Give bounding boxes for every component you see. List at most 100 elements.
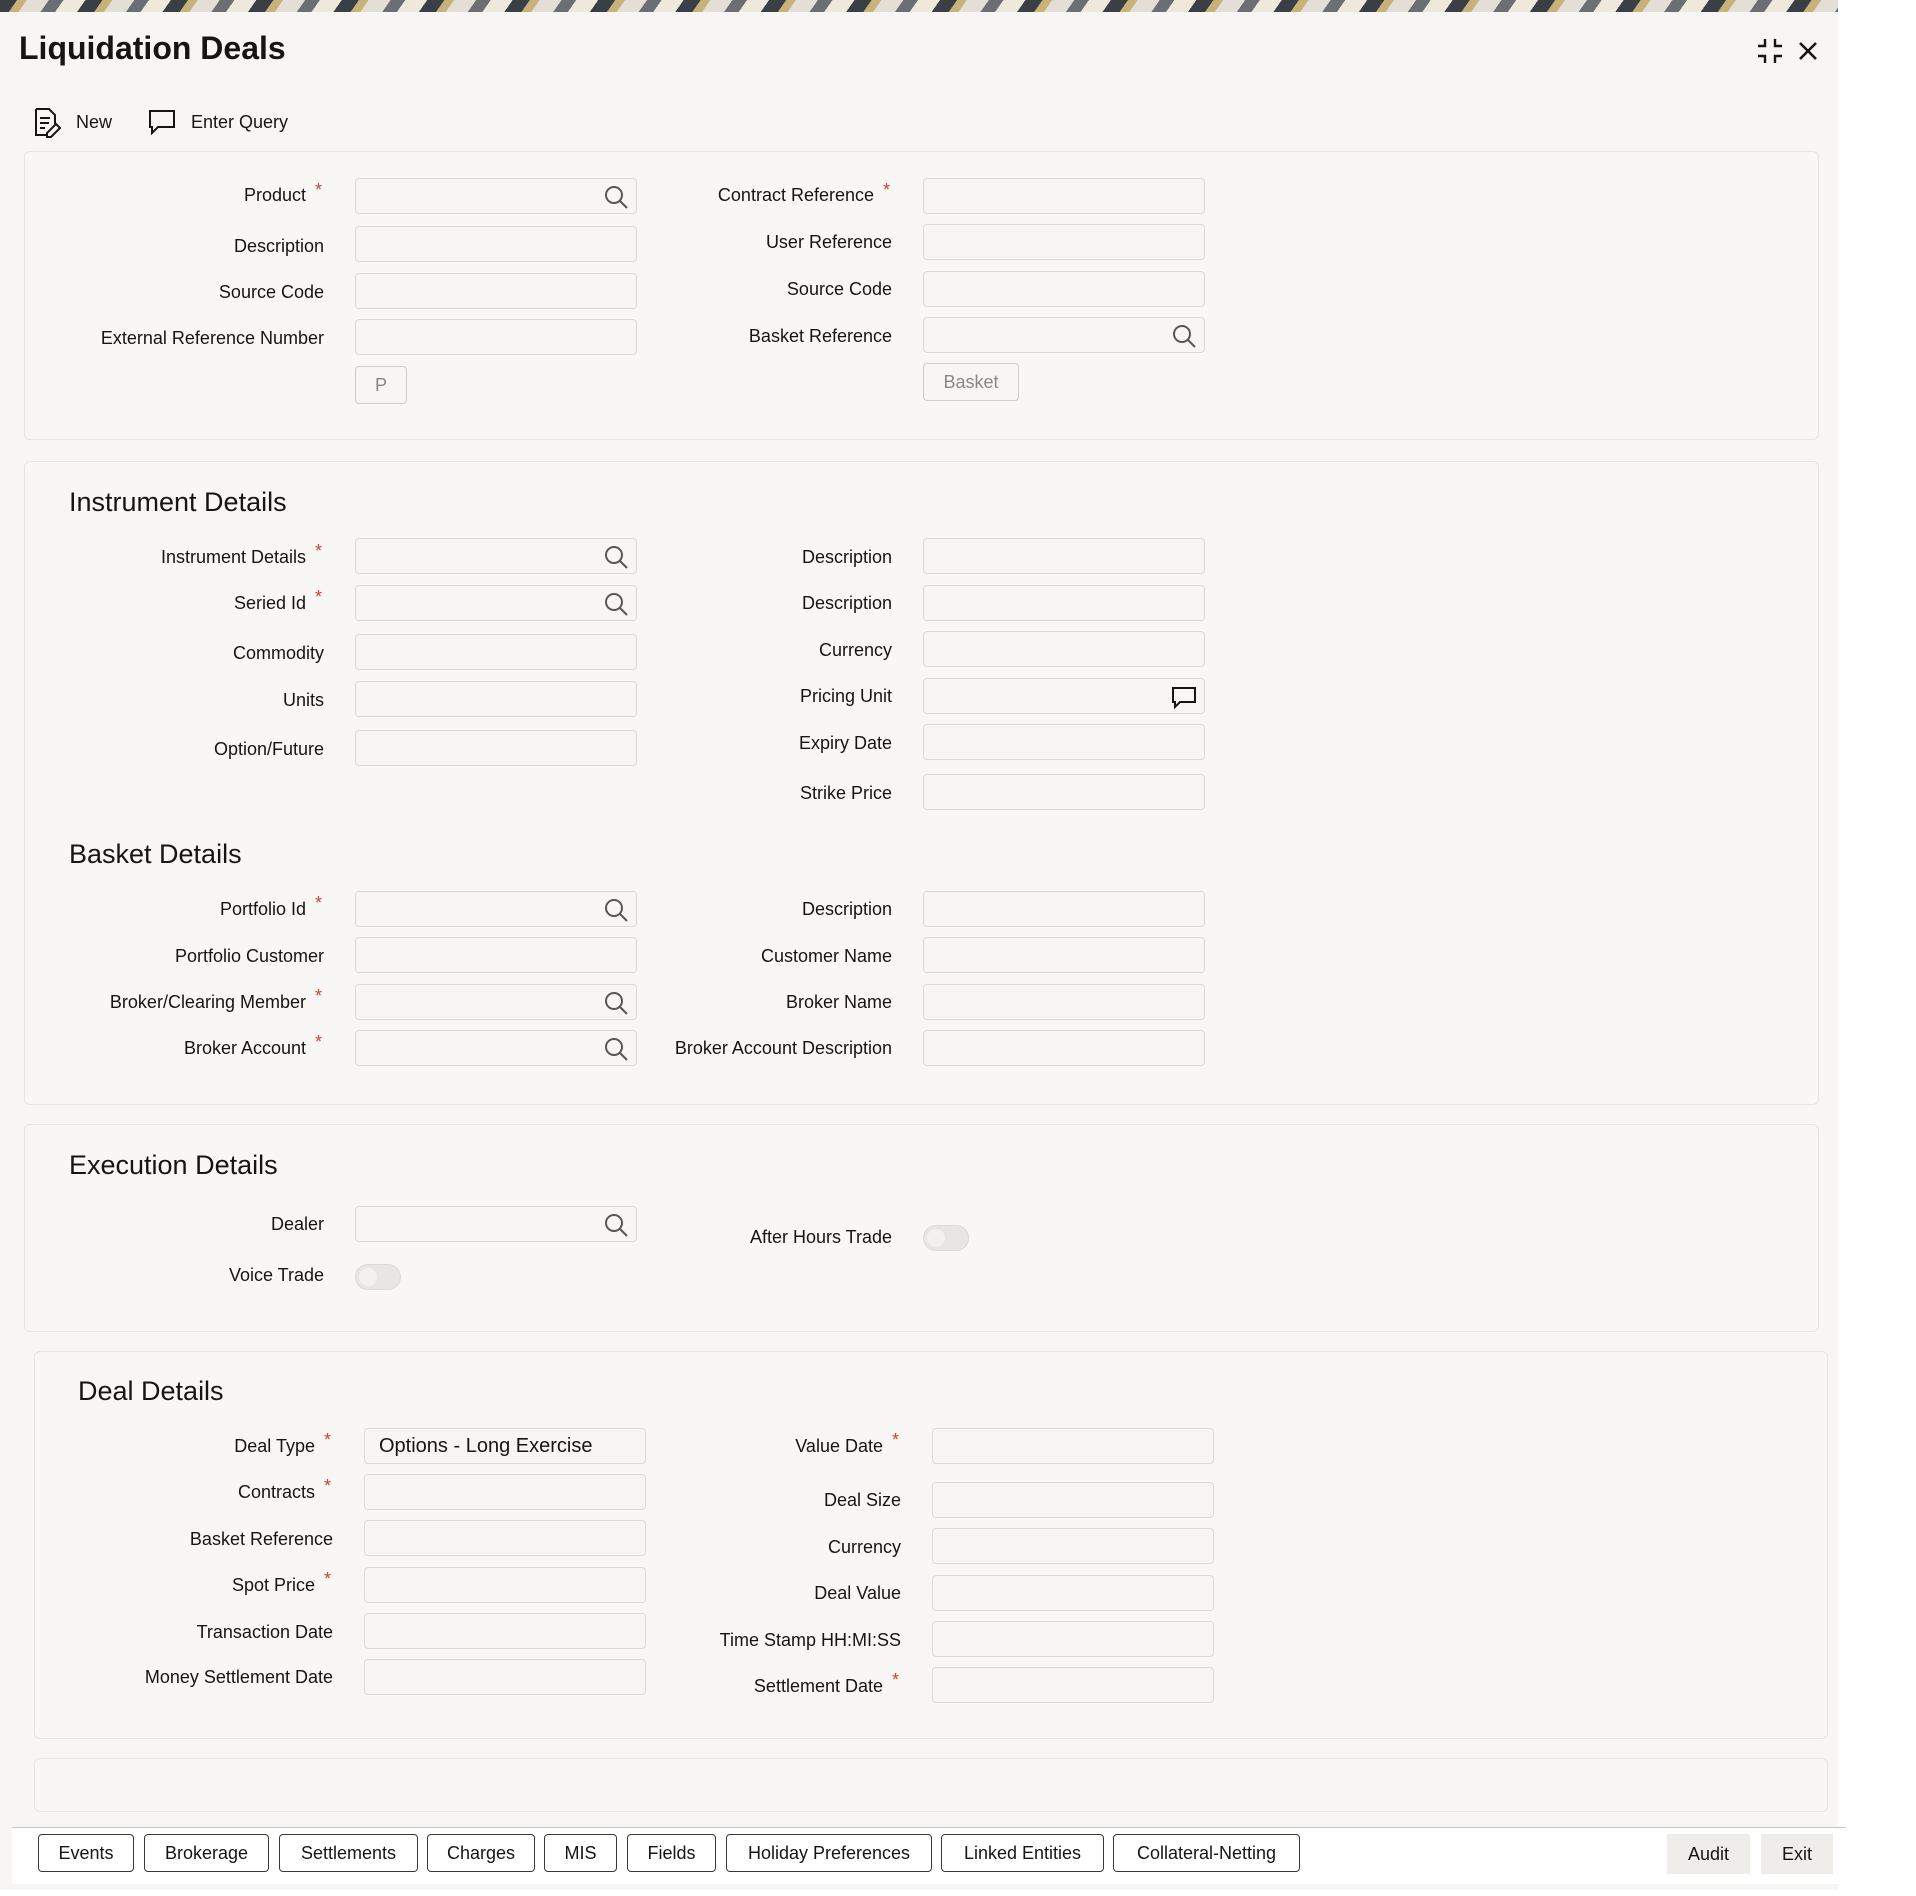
user-reference-label: User Reference [765, 232, 892, 252]
value-date-input[interactable] [932, 1428, 1214, 1464]
instrument-description-input[interactable] [923, 538, 1205, 574]
new-button[interactable]: New [32, 104, 112, 140]
mis-button[interactable]: MIS [544, 1834, 617, 1872]
external-reference-input[interactable] [355, 319, 637, 355]
search-icon[interactable] [602, 1035, 630, 1063]
customer-name-label: Customer Name [760, 946, 892, 966]
money-settlement-date-input[interactable] [364, 1659, 646, 1695]
basket-reference-input[interactable] [923, 317, 1205, 353]
required-indicator: * [324, 1430, 332, 1450]
commodity-input[interactable] [355, 634, 637, 670]
search-icon[interactable] [602, 183, 630, 211]
required-indicator: * [324, 1476, 332, 1496]
deal-value-input[interactable] [932, 1575, 1214, 1611]
customer-name-input[interactable] [923, 937, 1205, 973]
basket-description-input[interactable] [923, 891, 1205, 927]
portfolio-id-input[interactable] [355, 891, 637, 927]
close-icon[interactable] [1791, 34, 1825, 68]
source-code-2-input[interactable] [923, 271, 1205, 307]
user-reference-input[interactable] [923, 224, 1205, 260]
broker-account-description-input[interactable] [923, 1030, 1205, 1066]
after-hours-trade-toggle[interactable] [923, 1225, 969, 1251]
search-icon[interactable] [602, 590, 630, 618]
product-input[interactable] [355, 178, 637, 214]
strike-price-input[interactable] [923, 774, 1205, 810]
description-input[interactable] [355, 226, 637, 262]
source-code-label: Source Code [218, 282, 324, 302]
linked-entities-button[interactable]: Linked Entities [941, 1834, 1104, 1872]
broker-account-label: Broker Account [183, 1038, 306, 1058]
chat-bubble-icon [149, 110, 175, 136]
required-indicator: * [315, 1032, 323, 1052]
deal-type-input[interactable]: Options - Long Exercise [364, 1428, 646, 1464]
seried-id-input[interactable] [355, 585, 637, 621]
seried-id-label: Seried Id [233, 593, 306, 613]
exit-button[interactable]: Exit [1761, 1834, 1833, 1874]
brokerage-button[interactable]: Brokerage [144, 1834, 269, 1872]
broker-account-description-label: Broker Account Description [674, 1038, 892, 1058]
enter-query-label: Enter Query [191, 111, 289, 132]
dealer-input[interactable] [355, 1206, 637, 1242]
search-icon[interactable] [602, 1211, 630, 1239]
required-indicator: * [324, 1569, 332, 1589]
description-label: Description [233, 236, 324, 256]
basket-details-title: Basket Details [69, 839, 242, 869]
transaction-date-input[interactable] [364, 1613, 646, 1649]
new-document-icon [35, 108, 62, 138]
events-button[interactable]: Events [38, 1834, 134, 1872]
settlement-date-label: Settlement Date [753, 1676, 883, 1696]
deal-size-input[interactable] [932, 1482, 1214, 1518]
commodity-label: Commodity [232, 643, 324, 663]
expiry-date-label: Expiry Date [798, 733, 892, 753]
minimize-icon[interactable] [1753, 34, 1787, 68]
broker-name-input[interactable] [923, 984, 1205, 1020]
strike-price-label: Strike Price [799, 783, 892, 803]
units-label: Units [282, 690, 324, 710]
required-indicator: * [883, 180, 891, 200]
portfolio-customer-input[interactable] [355, 937, 637, 973]
enter-query-button[interactable]: Enter Query [147, 104, 288, 140]
basket-button[interactable]: Basket [923, 363, 1019, 401]
search-icon[interactable] [602, 989, 630, 1017]
settlement-date-input[interactable] [932, 1667, 1214, 1703]
option-future-label: Option/Future [213, 739, 324, 759]
fields-button[interactable]: Fields [627, 1834, 716, 1872]
broker-account-input[interactable] [355, 1030, 637, 1066]
collateral-netting-button[interactable]: Collateral-Netting [1113, 1834, 1300, 1872]
seried-description-label: Description [801, 593, 892, 613]
after-hours-trade-label: After Hours Trade [749, 1227, 892, 1247]
deal-basket-reference-input[interactable] [364, 1520, 646, 1556]
option-future-input[interactable] [355, 730, 637, 766]
spot-price-label: Spot Price [231, 1575, 315, 1595]
contracts-input[interactable] [364, 1474, 646, 1510]
search-icon[interactable] [602, 543, 630, 571]
pricing-unit-input[interactable] [923, 678, 1205, 714]
instrument-details-input[interactable] [355, 538, 637, 574]
source-code-2-label: Source Code [786, 279, 892, 299]
broker-name-label: Broker Name [785, 992, 892, 1012]
broker-clearing-member-input[interactable] [355, 984, 637, 1020]
holiday-preferences-button[interactable]: Holiday Preferences [726, 1834, 932, 1872]
required-indicator: * [892, 1430, 900, 1450]
voice-trade-label: Voice Trade [228, 1265, 324, 1285]
audit-button[interactable]: Audit [1667, 1834, 1750, 1874]
source-code-input[interactable] [355, 273, 637, 309]
expiry-date-input[interactable] [923, 724, 1205, 760]
search-icon[interactable] [602, 896, 630, 924]
contract-reference-input[interactable] [923, 178, 1205, 214]
deal-currency-input[interactable] [932, 1528, 1214, 1564]
search-icon[interactable] [1170, 322, 1198, 350]
seried-description-input[interactable] [923, 585, 1205, 621]
required-indicator: * [315, 986, 323, 1006]
p-button[interactable]: P [355, 366, 407, 404]
units-input[interactable] [355, 681, 637, 717]
charges-button[interactable]: Charges [427, 1834, 535, 1872]
instrument-details-label: Instrument Details [160, 547, 306, 567]
settlements-button[interactable]: Settlements [279, 1834, 418, 1872]
timestamp-input[interactable] [932, 1621, 1214, 1657]
spot-price-input[interactable] [364, 1567, 646, 1603]
currency-input[interactable] [923, 631, 1205, 667]
chat-bubble-icon[interactable] [1170, 683, 1198, 711]
voice-trade-toggle[interactable] [355, 1264, 401, 1290]
deal-type-label: Deal Type [234, 1436, 315, 1456]
